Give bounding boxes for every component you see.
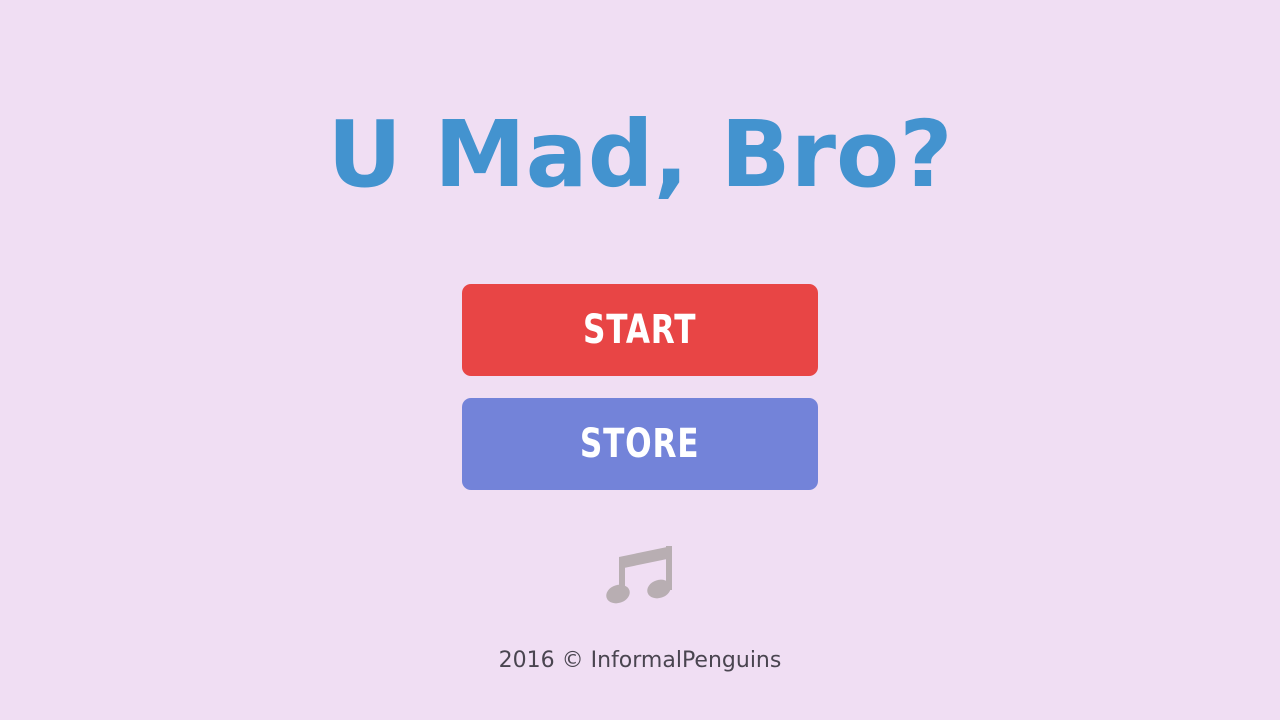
start-button-label: START	[583, 307, 697, 353]
music-note-icon	[606, 546, 672, 604]
music-toggle-button[interactable]	[600, 532, 680, 608]
start-button[interactable]: START	[462, 284, 818, 376]
store-button-label: STORE	[580, 421, 700, 467]
store-button[interactable]: STORE	[462, 398, 818, 490]
copyright-footer: 2016 © InformalPenguins	[498, 648, 782, 673]
main-menu-screen: U Mad, Bro? START STORE 2016 © InformalP…	[0, 0, 1280, 720]
game-title: U Mad, Bro?	[327, 101, 953, 208]
